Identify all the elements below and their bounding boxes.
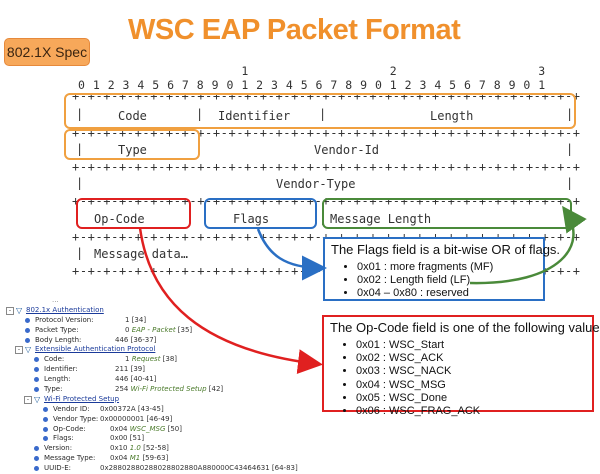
capture-row: UUID-E: 0x28802880288028802880A880000C434… [0,464,320,474]
capture-value: 0x28802880288028802880A880000C43464631 [… [100,464,298,473]
blue-arrow [256,228,327,281]
red-arrow [138,227,323,375]
capture-key: UUID-E: [44,464,72,473]
callout-arrows [138,205,587,375]
field-icon [34,466,39,472]
green-arrow [469,205,587,285]
